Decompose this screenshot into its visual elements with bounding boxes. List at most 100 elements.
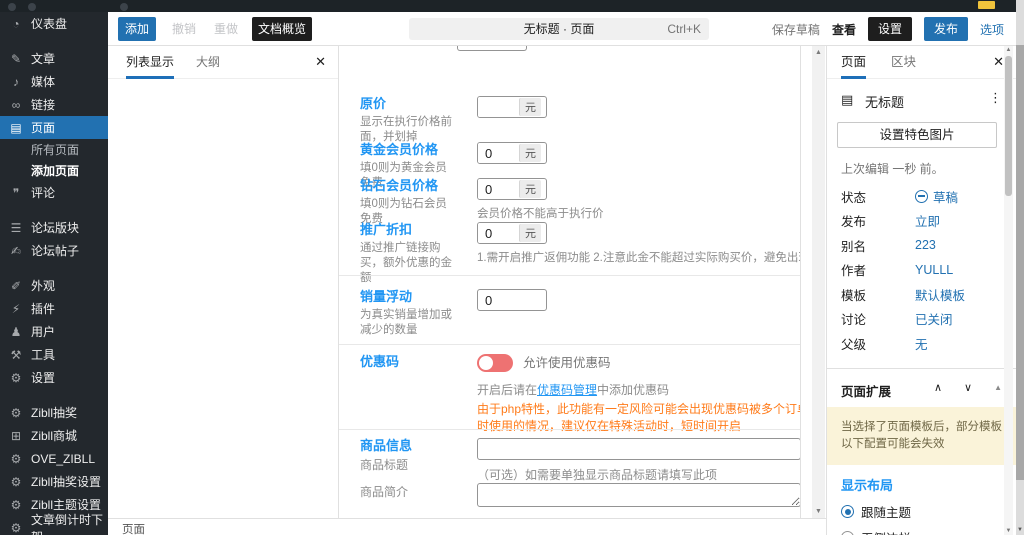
form-row-product-intro: 商品简介 （可选）如需要单独显示商品介绍请填写此项 [360,483,800,518]
sidebar-scrollbar[interactable]: ▲ ▼ [1004,46,1013,535]
content-scrollbar[interactable]: ▲ ▼ [801,46,826,518]
summary-value[interactable]: 已关闭 [915,309,953,328]
tab-outline[interactable]: 大纲 [196,46,220,79]
form-row-coupon: 优惠码 允许使用优惠码 开启后请在优惠码管理中添加优惠码 由于php特性，此功能… [360,354,800,435]
close-icon[interactable]: ✕ [993,54,1004,70]
command-palette-bar[interactable]: 无标题 · 页面 Ctrl+K [409,18,709,40]
field-label: 原价 [360,96,387,111]
gold-price-input[interactable] [478,143,518,163]
settings-tabs: 页面 区块 ✕ [827,46,1016,79]
sidebar-item-文章[interactable]: ✎ 文章 [0,47,108,70]
content-scrollbar-track[interactable] [812,46,825,518]
panel-title: 页面扩展 [841,385,892,399]
sidebar-item-设置[interactable]: ⚙ 设置 [0,366,108,389]
original-price-input[interactable] [478,97,518,117]
sidebar-item-仪表盘[interactable]: ◔ 仪表盘 [0,12,108,35]
add-block-button[interactable]: 添加 [118,17,156,41]
wordpress-logo-icon[interactable] [8,3,16,11]
document-settings-rows: 状态 草稿 发布 立即 别名 223 作者 YULLL 模板 默认模板 讨论 已关闭 父级 无 [841,184,1002,356]
sidebar-item-Zibll抽奖设置[interactable]: ⚙ Zibll抽奖设置 [0,470,108,493]
sidebar-item-用户[interactable]: ♟ 用户 [0,320,108,343]
sidebar-item-Zibll抽奖[interactable]: ⚙ Zibll抽奖 [0,401,108,424]
layout-option-no-sidebar[interactable]: 无侧边栏 [841,528,1002,535]
summary-value[interactable]: 草稿 [915,187,958,206]
tab-page[interactable]: 页面 [841,46,867,79]
sidebar-item-链接[interactable]: ∞ 链接 [0,93,108,116]
sidebar-item-论坛版块[interactable]: ☰ 论坛版块 [0,216,108,239]
undo-button[interactable]: 撤销 [166,17,202,41]
shortcut-hint: Ctrl+K [667,22,701,36]
breadcrumb[interactable]: 页面 [122,521,145,535]
sidebar-item-外观[interactable]: ✐ 外观 [0,274,108,297]
summary-value[interactable]: 立即 [915,211,940,230]
sales-float-input[interactable] [477,289,547,311]
scroll-down-icon[interactable]: ▼ [812,508,825,515]
form-row-diamond-price: 钻石会员价格 填0则为钻石会员免费 元 会员价格不能高于执行价 [360,178,604,227]
collapse-panel-icon[interactable]: ▲ [994,383,1002,392]
settings-toggle-button[interactable]: 设置 [867,17,912,41]
editor-footer: 页面 [108,518,826,535]
document-title: 无标题 · 页面 [523,22,595,36]
scroll-up-icon[interactable]: ▲ [1004,47,1013,53]
users-icon: ♟ [10,324,22,339]
options-button[interactable]: 选项 [980,21,1004,38]
page-scrollbar-thumb[interactable] [1016,45,1024,480]
submenu-item-添加页面[interactable]: 添加页面 [0,160,108,181]
promo-discount-input[interactable] [478,223,518,243]
sidebar-item-OVE_ZIBLL[interactable]: ⚙ OVE_ZIBLL [0,447,108,470]
set-featured-image-button[interactable]: 设置特色图片 [837,122,997,148]
summary-value[interactable]: YULLL [915,263,953,277]
tab-list-view[interactable]: 列表显示 [126,46,175,79]
more-options-icon[interactable]: ⋮ [989,90,1002,106]
sidebar-item-label: 外观 [31,279,56,293]
product-title-input[interactable] [477,438,800,460]
document-title: 无标题 [865,95,905,110]
sidebar-item-插件[interactable]: ⚡ 插件 [0,297,108,320]
view-button[interactable]: 查看 [832,21,856,38]
comments-icon: ❞ [12,185,20,200]
layout-option-follow-theme[interactable]: 跟随主题 [841,502,1002,521]
page-scrollbar[interactable]: ▼ [1016,0,1024,535]
sub-label: 商品标题 [360,458,409,472]
comments-bubble-icon[interactable] [120,3,128,11]
scroll-up-icon[interactable]: ▲ [812,49,825,56]
update-badge[interactable] [978,1,995,9]
summary-row-发布: 发布 立即 [841,209,1002,234]
sidebar-item-评论[interactable]: ❞ 评论 [0,181,108,204]
save-draft-button[interactable]: 保存草稿 [772,21,820,38]
product-intro-textarea[interactable] [477,483,800,507]
summary-label: 别名 [841,239,867,254]
radio-icon [841,505,854,518]
coupon-toggle[interactable] [477,354,513,372]
close-icon[interactable]: ✕ [315,54,326,70]
tab-block[interactable]: 区块 [891,46,916,79]
home-icon[interactable] [28,3,36,11]
sidebar-scrollbar-thumb[interactable] [1005,56,1012,196]
coupon-note: 开启后请在优惠码管理中添加优惠码 [477,381,800,398]
publish-button[interactable]: 发布 [923,17,968,41]
sidebar-item-文章倒计时下架[interactable]: ⚙ 文章倒计时下架 [0,513,108,535]
sidebar-item-论坛帖子[interactable]: ✍ 论坛帖子 [0,239,108,262]
move-up-icon[interactable]: ∧ [934,381,942,394]
coupon-manage-link[interactable]: 优惠码管理 [537,383,597,397]
diamond-price-input[interactable] [478,179,518,199]
summary-label: 模板 [841,288,867,303]
sidebar-item-Zibll商城[interactable]: ⊞ Zibll商城 [0,424,108,447]
sidebar-item-工具[interactable]: ⚒ 工具 [0,343,108,366]
scroll-down-icon[interactable]: ▼ [1016,527,1024,533]
settings-icon: ⚙ [10,370,22,385]
move-down-icon[interactable]: ∨ [964,381,972,394]
sidebar-item-页面[interactable]: ▤ 页面 [0,116,108,139]
price-input-partial[interactable] [457,46,527,51]
summary-value[interactable]: 默认模板 [915,285,965,304]
gold-price-input-group: 元 [477,142,547,164]
sidebar-item-媒体[interactable]: ♪ 媒体 [0,70,108,93]
summary-value[interactable]: 223 [915,238,936,252]
submenu-item-所有页面[interactable]: 所有页面 [0,139,108,160]
panel-header[interactable]: 页面扩展 ∧ ∨ ▲ [827,369,1016,407]
section-divider [339,344,800,345]
document-overview-button[interactable]: 文档概览 [252,17,312,41]
summary-value[interactable]: 无 [915,334,928,353]
scroll-down-icon[interactable]: ▼ [1004,528,1013,534]
redo-button[interactable]: 重做 [208,17,244,41]
